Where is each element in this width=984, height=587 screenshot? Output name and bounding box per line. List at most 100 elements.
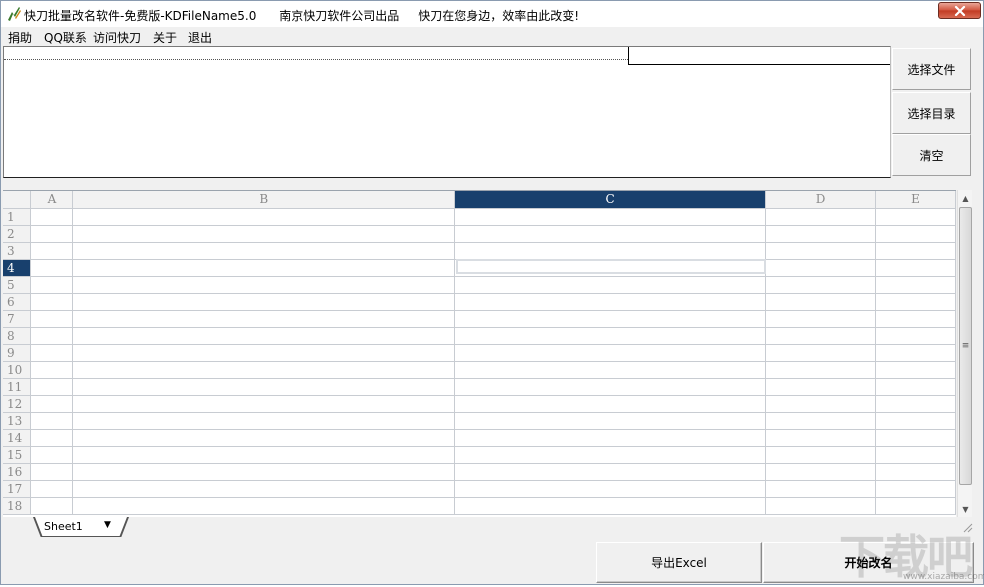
grid-cell[interactable]: [765, 327, 876, 345]
row-header[interactable]: 14: [3, 429, 32, 447]
grid-cell[interactable]: [765, 208, 876, 226]
menu-visit-kuaidao[interactable]: 访问快刀: [93, 29, 141, 46]
grid-cell[interactable]: [72, 378, 456, 396]
grid-cell[interactable]: [30, 429, 74, 447]
grid-cell[interactable]: [765, 463, 876, 481]
grid-cell[interactable]: [72, 463, 456, 481]
grid-cell[interactable]: [30, 225, 74, 243]
grid-cell[interactable]: [30, 293, 74, 311]
grid-cell[interactable]: [30, 446, 74, 464]
select-directory-button[interactable]: 选择目录: [892, 92, 971, 134]
row-header[interactable]: 10: [3, 361, 32, 379]
grid-cell[interactable]: [765, 497, 876, 515]
scrollbar-thumb[interactable]: ≡: [959, 207, 972, 485]
grid-cell[interactable]: [72, 480, 456, 498]
grid-cell[interactable]: [72, 497, 456, 515]
select-file-button[interactable]: 选择文件: [892, 48, 971, 90]
grid-cell[interactable]: [454, 429, 767, 447]
grid-cell[interactable]: [30, 242, 74, 260]
grid-cell[interactable]: [875, 361, 956, 379]
grid-cell[interactable]: [72, 429, 456, 447]
menu-qq-contact[interactable]: QQ联系: [44, 29, 87, 46]
grid-cell[interactable]: [30, 412, 74, 430]
spreadsheet-grid[interactable]: A B C D E 1 2 3 4 5 6 7 8 9 10 11 12 13 14 15 16 17 18: [3, 190, 956, 517]
grid-cell[interactable]: [72, 242, 456, 260]
grid-cell[interactable]: [454, 446, 767, 464]
row-header[interactable]: 15: [3, 446, 32, 464]
grid-cell[interactable]: [30, 361, 74, 379]
column-header-e[interactable]: E: [875, 191, 956, 209]
grid-cell[interactable]: [30, 208, 74, 226]
grid-cell[interactable]: [765, 446, 876, 464]
grid-cell[interactable]: [454, 395, 767, 413]
grid-cell[interactable]: [30, 463, 74, 481]
file-list-header-col1[interactable]: [4, 47, 628, 60]
grid-cell[interactable]: [454, 480, 767, 498]
grid-cell[interactable]: [454, 327, 767, 345]
grid-cell[interactable]: [72, 361, 456, 379]
row-header[interactable]: 16: [3, 463, 32, 481]
grid-cell[interactable]: [30, 310, 74, 328]
grid-cell[interactable]: [875, 378, 956, 396]
clear-button[interactable]: 清空: [892, 134, 971, 176]
grid-cell[interactable]: [765, 480, 876, 498]
column-header-c[interactable]: C: [454, 191, 767, 209]
sheet-dropdown-icon[interactable]: ▼: [104, 520, 111, 530]
grid-cell[interactable]: [765, 344, 876, 362]
grid-cell[interactable]: [765, 259, 876, 277]
grid-cell[interactable]: [72, 293, 456, 311]
grid-cell[interactable]: [875, 497, 956, 515]
row-header[interactable]: 6: [3, 293, 32, 311]
grid-cell[interactable]: [875, 412, 956, 430]
start-rename-button[interactable]: 开始改名: [763, 542, 974, 583]
grid-cell[interactable]: [875, 293, 956, 311]
grid-cell[interactable]: [765, 378, 876, 396]
grid-cell[interactable]: [72, 310, 456, 328]
sheet-tab-label[interactable]: Sheet1: [44, 520, 83, 533]
grid-cell[interactable]: [454, 208, 767, 226]
grid-cell[interactable]: [30, 395, 74, 413]
row-header[interactable]: 12: [3, 395, 32, 413]
grid-cell[interactable]: [30, 259, 74, 277]
file-list-header-col2[interactable]: [628, 47, 890, 65]
grid-cell[interactable]: [454, 344, 767, 362]
grid-cell[interactable]: [72, 412, 456, 430]
grid-cell[interactable]: [875, 310, 956, 328]
column-header-a[interactable]: A: [30, 191, 74, 209]
grid-cell[interactable]: [454, 463, 767, 481]
grid-cell[interactable]: [765, 310, 876, 328]
row-header[interactable]: 5: [3, 276, 32, 294]
grid-cell[interactable]: [875, 446, 956, 464]
column-header-d[interactable]: D: [765, 191, 876, 209]
grid-cell[interactable]: [765, 276, 876, 294]
grid-cell[interactable]: [30, 497, 74, 515]
grid-cell[interactable]: [875, 208, 956, 226]
grid-cell[interactable]: [875, 276, 956, 294]
row-header[interactable]: 2: [3, 225, 32, 243]
grid-cell[interactable]: [454, 378, 767, 396]
close-button[interactable]: [938, 2, 981, 19]
scroll-up-icon[interactable]: ▲: [958, 190, 973, 206]
scroll-down-icon[interactable]: ▼: [958, 501, 973, 517]
grid-cell[interactable]: [875, 480, 956, 498]
grid-cell[interactable]: [765, 293, 876, 311]
row-header[interactable]: 13: [3, 412, 32, 430]
grid-cell[interactable]: [765, 361, 876, 379]
grid-cell[interactable]: [875, 429, 956, 447]
row-header[interactable]: 1: [3, 208, 32, 226]
grid-corner[interactable]: [3, 191, 32, 209]
grid-cell[interactable]: [454, 225, 767, 243]
grid-cell[interactable]: [875, 395, 956, 413]
grid-cell[interactable]: [454, 259, 767, 277]
grid-cell[interactable]: [30, 344, 74, 362]
menu-exit[interactable]: 退出: [188, 29, 212, 46]
row-header[interactable]: 3: [3, 242, 32, 260]
grid-cell[interactable]: [875, 225, 956, 243]
grid-cell[interactable]: [454, 242, 767, 260]
grid-cell[interactable]: [30, 276, 74, 294]
grid-cell[interactable]: [72, 259, 456, 277]
vertical-scrollbar[interactable]: ▲ ≡ ▼: [957, 190, 972, 517]
export-excel-button[interactable]: 导出Excel: [596, 542, 762, 583]
grid-cell[interactable]: [454, 276, 767, 294]
file-list-panel[interactable]: [3, 46, 891, 178]
